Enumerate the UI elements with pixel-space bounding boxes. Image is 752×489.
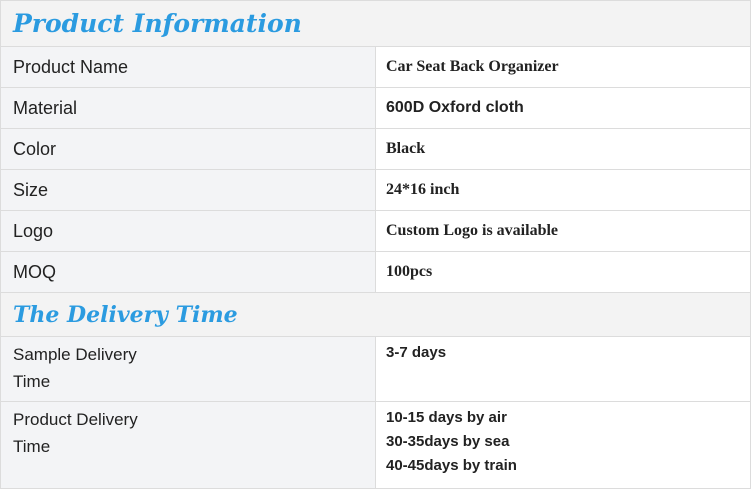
value-line: 3-7 days: [386, 344, 447, 361]
sample-delivery-value: 3-7 days: [375, 336, 751, 402]
value-line: 40-45days by train: [386, 457, 517, 474]
table-row: Color Black: [0, 128, 751, 170]
product-spec-table: Product Information Product Name Car Sea…: [0, 0, 751, 489]
delivery-time-title: The Delivery Time: [0, 292, 751, 337]
table-row: Material 600D Oxford cloth: [0, 87, 751, 129]
product-delivery-label: Product Delivery Time: [0, 401, 376, 489]
row-label: MOQ: [0, 251, 376, 293]
row-label: Size: [0, 169, 376, 211]
sample-delivery-label: Sample Delivery Time: [0, 336, 376, 402]
row-value: 100pcs: [375, 251, 751, 293]
table-row: Logo Custom Logo is available: [0, 210, 751, 252]
row-value: Car Seat Back Organizer: [375, 46, 751, 88]
table-row: Size 24*16 inch: [0, 169, 751, 211]
delivery-header-row: The Delivery Time: [0, 292, 751, 337]
value-line: 30-35days by sea: [386, 433, 510, 450]
table-row: Sample Delivery Time 3-7 days: [0, 336, 751, 402]
table-row: Product Name Car Seat Back Organizer: [0, 46, 751, 88]
label-line: Sample Delivery: [13, 345, 137, 364]
label-line: Product Delivery: [13, 410, 138, 429]
row-label: Color: [0, 128, 376, 170]
row-value: Custom Logo is available: [375, 210, 751, 252]
table-row: MOQ 100pcs: [0, 251, 751, 293]
row-label: Material: [0, 87, 376, 129]
row-value: Black: [375, 128, 751, 170]
product-info-title: Product Information: [0, 0, 751, 47]
row-label: Product Name: [0, 46, 376, 88]
label-line: Time: [13, 372, 51, 391]
product-info-header-row: Product Information: [0, 0, 751, 47]
value-line: 10-15 days by air: [386, 409, 507, 426]
product-delivery-value: 10-15 days by air 30-35days by sea 40-45…: [375, 401, 751, 489]
row-value: 600D Oxford cloth: [375, 87, 751, 129]
row-label: Logo: [0, 210, 376, 252]
label-line: Time: [13, 437, 51, 456]
row-value: 24*16 inch: [375, 169, 751, 211]
table-row: Product Delivery Time 10-15 days by air …: [0, 401, 751, 489]
